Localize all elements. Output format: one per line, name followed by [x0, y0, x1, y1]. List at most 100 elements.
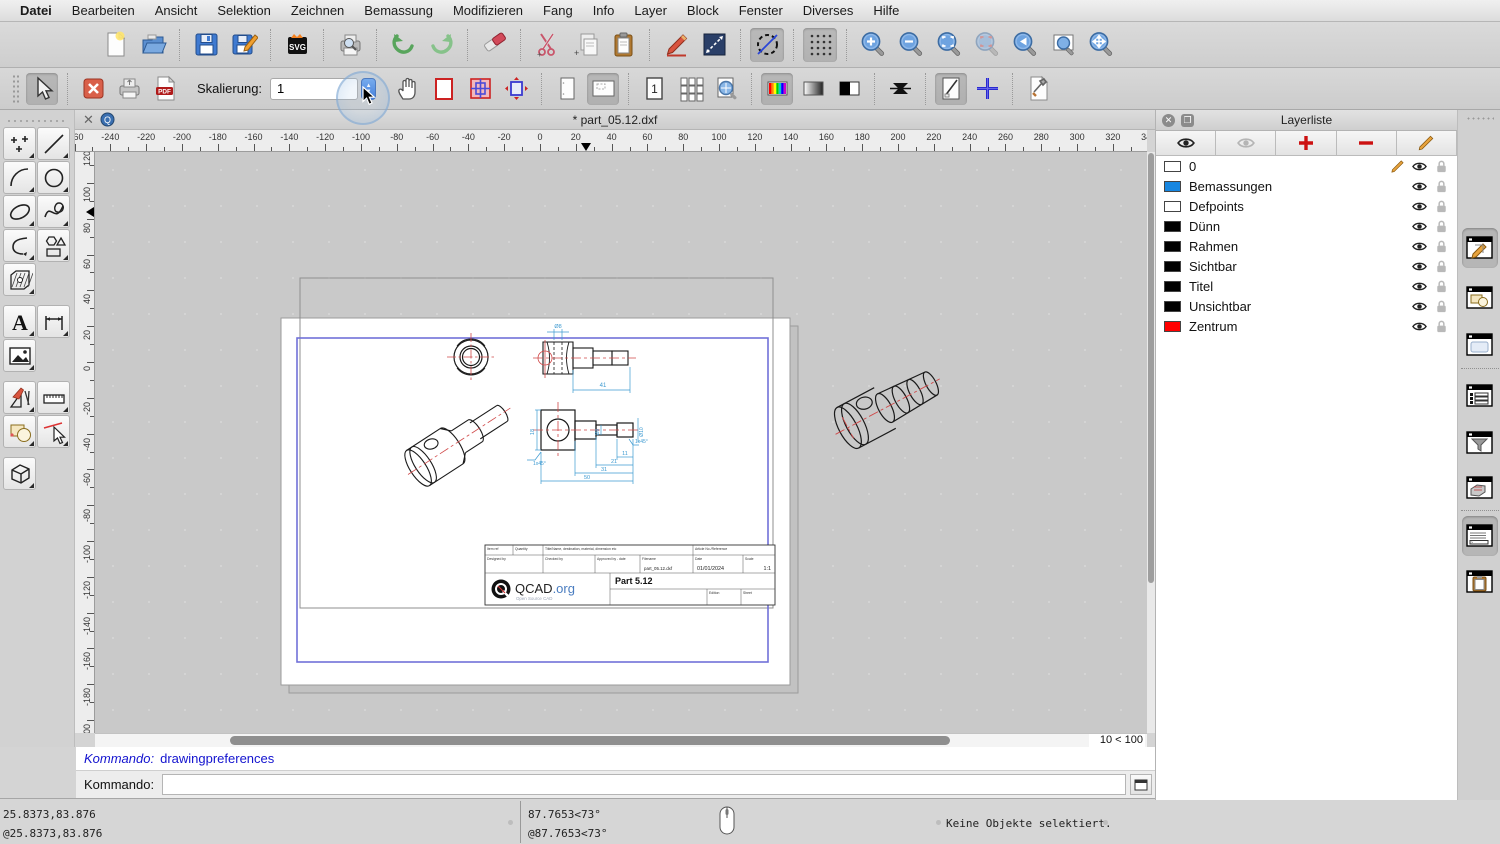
- vertical-scrollbar[interactable]: [1147, 152, 1155, 733]
- svg-export-button[interactable]: SVG: [280, 28, 314, 62]
- layer-row[interactable]: Dünn: [1156, 216, 1457, 236]
- menu-selektion[interactable]: Selektion: [207, 0, 280, 22]
- menu-bemassung[interactable]: Bemassung: [354, 0, 443, 22]
- zoom-in-button[interactable]: [856, 28, 890, 62]
- color-gray-button[interactable]: [797, 73, 829, 105]
- menu-diverses[interactable]: Diverses: [793, 0, 864, 22]
- clipboard-panel-button[interactable]: [1462, 562, 1498, 602]
- draft-mode-button[interactable]: [935, 73, 967, 105]
- page-grid-button[interactable]: [674, 73, 706, 105]
- pencil-edit-button[interactable]: [659, 28, 693, 62]
- page-landscape-button[interactable]: [587, 73, 619, 105]
- tool-cad-tools-button[interactable]: [3, 381, 36, 414]
- layer-list-panel-button[interactable]: [1462, 228, 1498, 268]
- layer-row[interactable]: Unsichtbar: [1156, 296, 1457, 316]
- layer-lock-icon[interactable]: [1434, 239, 1449, 254]
- layer-row[interactable]: Zentrum: [1156, 316, 1457, 336]
- layer-visibility-eye-icon[interactable]: [1412, 319, 1427, 334]
- menu-modifizieren[interactable]: Modifizieren: [443, 0, 533, 22]
- tool-polyline-button[interactable]: [3, 229, 36, 262]
- menu-info[interactable]: Info: [583, 0, 625, 22]
- red-frame-button[interactable]: [428, 73, 460, 105]
- tool-ellipse-button[interactable]: [3, 195, 36, 228]
- layer-color-swatch[interactable]: [1164, 161, 1181, 172]
- panel-float-icon[interactable]: ❐: [1181, 114, 1194, 127]
- layer-visibility-eye-icon[interactable]: [1412, 299, 1427, 314]
- property-editor-panel-button[interactable]: [1462, 325, 1498, 365]
- paste-button[interactable]: [606, 28, 640, 62]
- tool-select-line-button[interactable]: [37, 415, 70, 448]
- tool-text-button[interactable]: A: [3, 305, 36, 338]
- menu-fang[interactable]: Fang: [533, 0, 583, 22]
- open-file-button[interactable]: [136, 28, 170, 62]
- cut-button[interactable]: +: [530, 28, 564, 62]
- grid-toggle-button[interactable]: [803, 28, 837, 62]
- save-file-button[interactable]: [189, 28, 223, 62]
- drawing-canvas[interactable]: Ø8 41: [95, 152, 1147, 733]
- menu-bearbeiten[interactable]: Bearbeiten: [62, 0, 145, 22]
- layer-visibility-eye-icon[interactable]: [1412, 199, 1427, 214]
- menu-ansicht[interactable]: Ansicht: [145, 0, 208, 22]
- construction-mode-button[interactable]: [750, 28, 784, 62]
- layer-visibility-eye-icon[interactable]: [1412, 239, 1427, 254]
- zoom-out-button[interactable]: [894, 28, 928, 62]
- dev-tools-button[interactable]: [1022, 73, 1054, 105]
- layer-lock-icon[interactable]: [1434, 159, 1449, 174]
- print-preview-button[interactable]: [333, 28, 367, 62]
- panel-close-icon[interactable]: ✕: [1162, 114, 1175, 127]
- layer-lock-icon[interactable]: [1434, 219, 1449, 234]
- layer-color-swatch[interactable]: [1164, 221, 1181, 232]
- zoom-window-button[interactable]: [1046, 28, 1080, 62]
- lineweight-button[interactable]: [884, 73, 916, 105]
- save-as-button[interactable]: [227, 28, 261, 62]
- tool-arc-button[interactable]: [3, 161, 36, 194]
- layer-color-swatch[interactable]: [1164, 241, 1181, 252]
- undo-button[interactable]: [386, 28, 420, 62]
- frame-arrows-button[interactable]: [500, 73, 532, 105]
- color-bw-button[interactable]: [833, 73, 865, 105]
- selection-filter-panel-button[interactable]: [1462, 423, 1498, 463]
- zoom-auto-button[interactable]: [932, 28, 966, 62]
- layer-row[interactable]: Titel: [1156, 276, 1457, 296]
- page-portrait-button[interactable]: [551, 73, 583, 105]
- library-browser-panel-button[interactable]: [1462, 468, 1498, 508]
- horizontal-scrollbar[interactable]: 10 < 100: [95, 733, 1147, 747]
- print-button[interactable]: [113, 73, 145, 105]
- menu-datei[interactable]: Datei: [10, 0, 62, 22]
- layer-lock-icon[interactable]: [1434, 199, 1449, 214]
- layer-lock-icon[interactable]: [1434, 319, 1449, 334]
- tool-hatch-button[interactable]: [3, 263, 36, 296]
- layer-color-swatch[interactable]: [1164, 321, 1181, 332]
- layer-lock-icon[interactable]: [1434, 279, 1449, 294]
- dock-drag-handle[interactable]: [1466, 116, 1494, 121]
- vscroll-thumb[interactable]: [1148, 153, 1154, 583]
- pdf-export-button[interactable]: PDF: [149, 73, 181, 105]
- hscroll-thumb[interactable]: [230, 736, 950, 745]
- menu-block[interactable]: Block: [677, 0, 729, 22]
- zoom-page-button[interactable]: [710, 73, 742, 105]
- pointer-button[interactable]: [26, 73, 58, 105]
- layer-color-swatch[interactable]: [1164, 281, 1181, 292]
- layer-lock-icon[interactable]: [1434, 259, 1449, 274]
- layer-row[interactable]: Sichtbar: [1156, 256, 1457, 276]
- tool-shapes-button[interactable]: [37, 229, 70, 262]
- remove-layer-button[interactable]: [1337, 131, 1397, 155]
- tool-solid-button[interactable]: [3, 457, 36, 490]
- crosshair-toggle-button[interactable]: [971, 73, 1003, 105]
- hide-all-layers-button[interactable]: [1216, 131, 1276, 155]
- command-detach-button[interactable]: [1130, 774, 1152, 795]
- frame-crosshair-button[interactable]: [464, 73, 496, 105]
- show-all-layers-button[interactable]: [1156, 131, 1216, 155]
- tool-dimension-button[interactable]: [37, 305, 70, 338]
- command-input[interactable]: [162, 774, 1126, 795]
- layer-visibility-eye-icon[interactable]: [1412, 219, 1427, 234]
- toolbar-drag-handle[interactable]: [12, 74, 20, 104]
- layer-row[interactable]: 0: [1156, 156, 1457, 176]
- tool-image-button[interactable]: [3, 339, 36, 372]
- layer-row[interactable]: Bemassungen: [1156, 176, 1457, 196]
- layer-lock-icon[interactable]: [1434, 179, 1449, 194]
- menu-fenster[interactable]: Fenster: [729, 0, 793, 22]
- layer-color-swatch[interactable]: [1164, 301, 1181, 312]
- tool-line-button[interactable]: [37, 127, 70, 160]
- layer-visibility-eye-icon[interactable]: [1412, 159, 1427, 174]
